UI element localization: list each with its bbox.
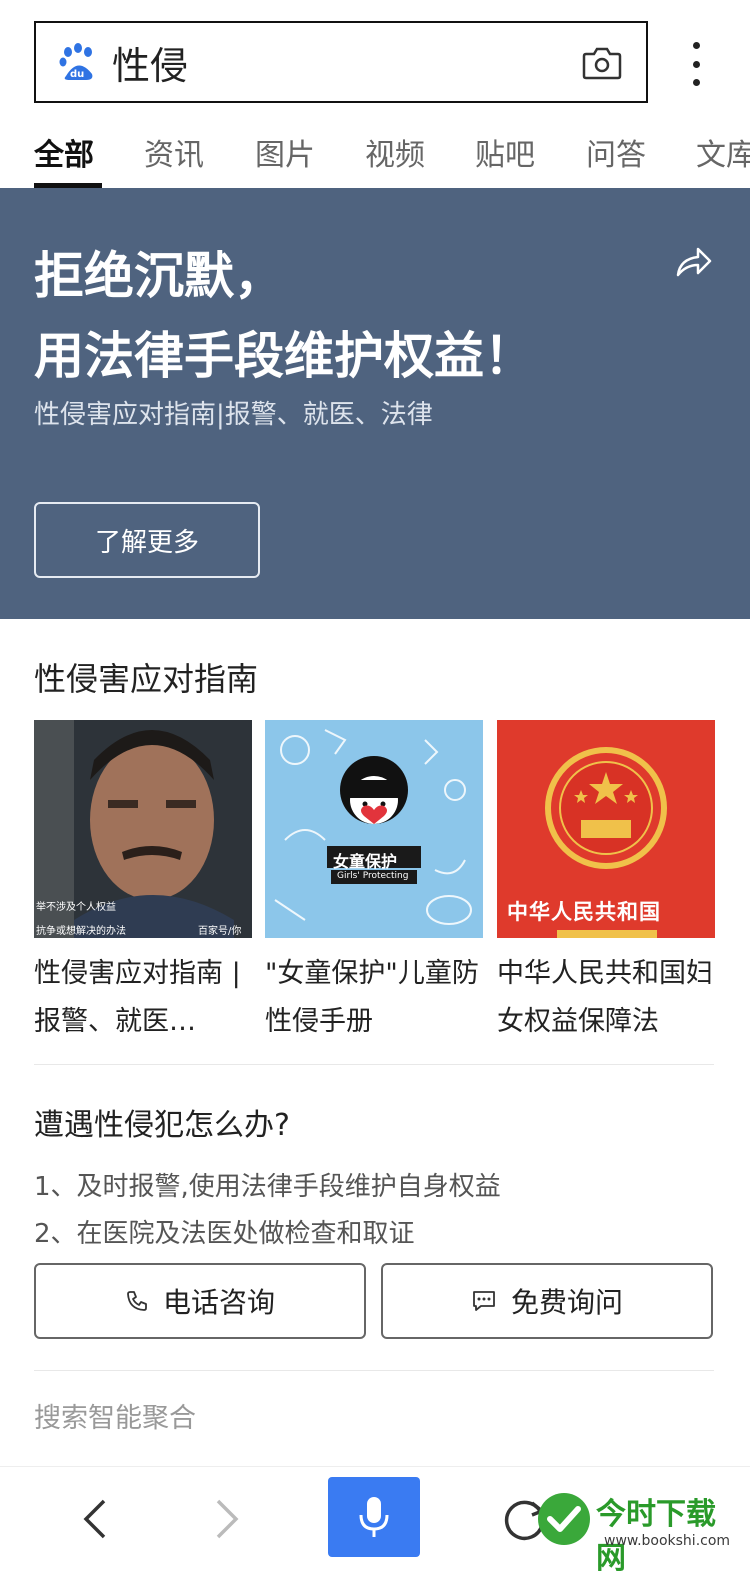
card-thumbnail-movie: 举不涉及个人权益 抗争或想解决的办法 百家号/你 xyxy=(34,720,252,938)
phone-icon xyxy=(127,1291,147,1311)
watermark-logo-icon xyxy=(538,1493,590,1545)
watermark-url: www.bookshi.com xyxy=(604,1533,731,1549)
banner-title-line2: 用法律手段维护权益！ xyxy=(34,327,534,385)
thumb-title-text: 女童保护 xyxy=(333,852,398,871)
watermark: 今时下载网 www.bookshi.com xyxy=(534,1475,744,1573)
banner-subtitle: 性侵害应对指南|报警、就医、法律 xyxy=(34,400,433,430)
learn-more-button[interactable]: 了解更多 xyxy=(34,502,260,578)
tab-news[interactable]: 资讯 xyxy=(144,130,204,174)
thumb-overlay-text2: 抗争或想解决的办法 xyxy=(36,926,126,937)
search-input[interactable]: 性侵 xyxy=(112,35,582,90)
tab-bar: 全部 资讯 图片 视频 贴吧 问答 文库 xyxy=(34,120,750,190)
share-icon[interactable] xyxy=(672,243,712,283)
watermark-name: 今时下载网 xyxy=(596,1497,716,1573)
guide-section-title: 性侵害应对指南 xyxy=(34,660,259,698)
forward-arrow-icon[interactable] xyxy=(212,1495,242,1543)
free-ask-button[interactable]: 免费询问 xyxy=(381,1263,713,1339)
tab-all[interactable]: 全部 xyxy=(34,130,94,174)
svg-text:du: du xyxy=(70,69,84,80)
voice-search-button[interactable] xyxy=(328,1477,420,1557)
phone-consult-label: 电话咨询 xyxy=(162,1286,275,1319)
qa-title: 遭遇性侵犯怎么办? xyxy=(34,1108,290,1143)
card-thumbnail-girls-protection: 女童保护 Girls' Protecting xyxy=(265,720,483,938)
tab-videos[interactable]: 视频 xyxy=(365,130,425,174)
search-bar[interactable]: du 性侵 xyxy=(34,21,648,103)
more-menu-icon[interactable] xyxy=(684,42,708,86)
guide-card[interactable]: 举不涉及个人权益 抗争或想解决的办法 百家号/你 性侵害应对指南 | 报警、就医… xyxy=(34,720,252,1046)
thumb-title-text: 中华人民共和国 xyxy=(507,900,661,924)
baidu-logo-icon: du xyxy=(58,42,98,82)
back-arrow-icon[interactable] xyxy=(80,1495,110,1543)
tab-tieba[interactable]: 贴吧 xyxy=(475,130,535,174)
card-caption: "女童保护"儿童防性侵手册 xyxy=(265,958,479,1037)
card-caption: 中华人民共和国妇女权益保障法 xyxy=(497,958,713,1037)
thumb-subtitle-text: Girls' Protecting xyxy=(337,871,409,881)
thumb-source-text: 百家号/你 xyxy=(198,926,242,937)
guide-card[interactable]: 女童保护 Girls' Protecting "女童保护"儿童防性侵手册 xyxy=(265,720,483,1046)
banner-title-line1: 拒绝沉默， xyxy=(34,247,284,305)
card-thumbnail-law-book: 中华人民共和国 xyxy=(497,720,715,938)
thumb-overlay-text1: 举不涉及个人权益 xyxy=(36,902,116,913)
phone-consult-button[interactable]: 电话咨询 xyxy=(34,1263,366,1339)
chat-icon xyxy=(473,1291,495,1311)
guide-card[interactable]: 中华人民共和国 中华人民共和国妇女权益保障法 xyxy=(497,720,715,1046)
bottom-nav-bar: 今时下载网 www.bookshi.com xyxy=(0,1466,750,1573)
microphone-icon xyxy=(359,1497,389,1537)
free-ask-label: 免费询问 xyxy=(510,1286,623,1319)
qa-item: 2、在医院及法医处做检查和取证 xyxy=(34,1219,415,1249)
divider xyxy=(34,1370,714,1371)
tab-images[interactable]: 图片 xyxy=(255,130,315,174)
qa-item: 1、及时报警,使用法律手段维护自身权益 xyxy=(34,1172,501,1202)
smart-aggregation-label: 搜索智能聚合 xyxy=(34,1403,196,1434)
card-caption: 性侵害应对指南 | 报警、就医… xyxy=(34,958,241,1037)
camera-icon[interactable] xyxy=(582,44,622,80)
divider xyxy=(34,1064,714,1065)
hero-banner: 拒绝沉默， 用法律手段维护权益！ 性侵害应对指南|报警、就医、法律 了解更多 xyxy=(0,188,750,619)
tab-wenku[interactable]: 文库 xyxy=(696,130,750,174)
tab-qa[interactable]: 问答 xyxy=(586,130,646,174)
